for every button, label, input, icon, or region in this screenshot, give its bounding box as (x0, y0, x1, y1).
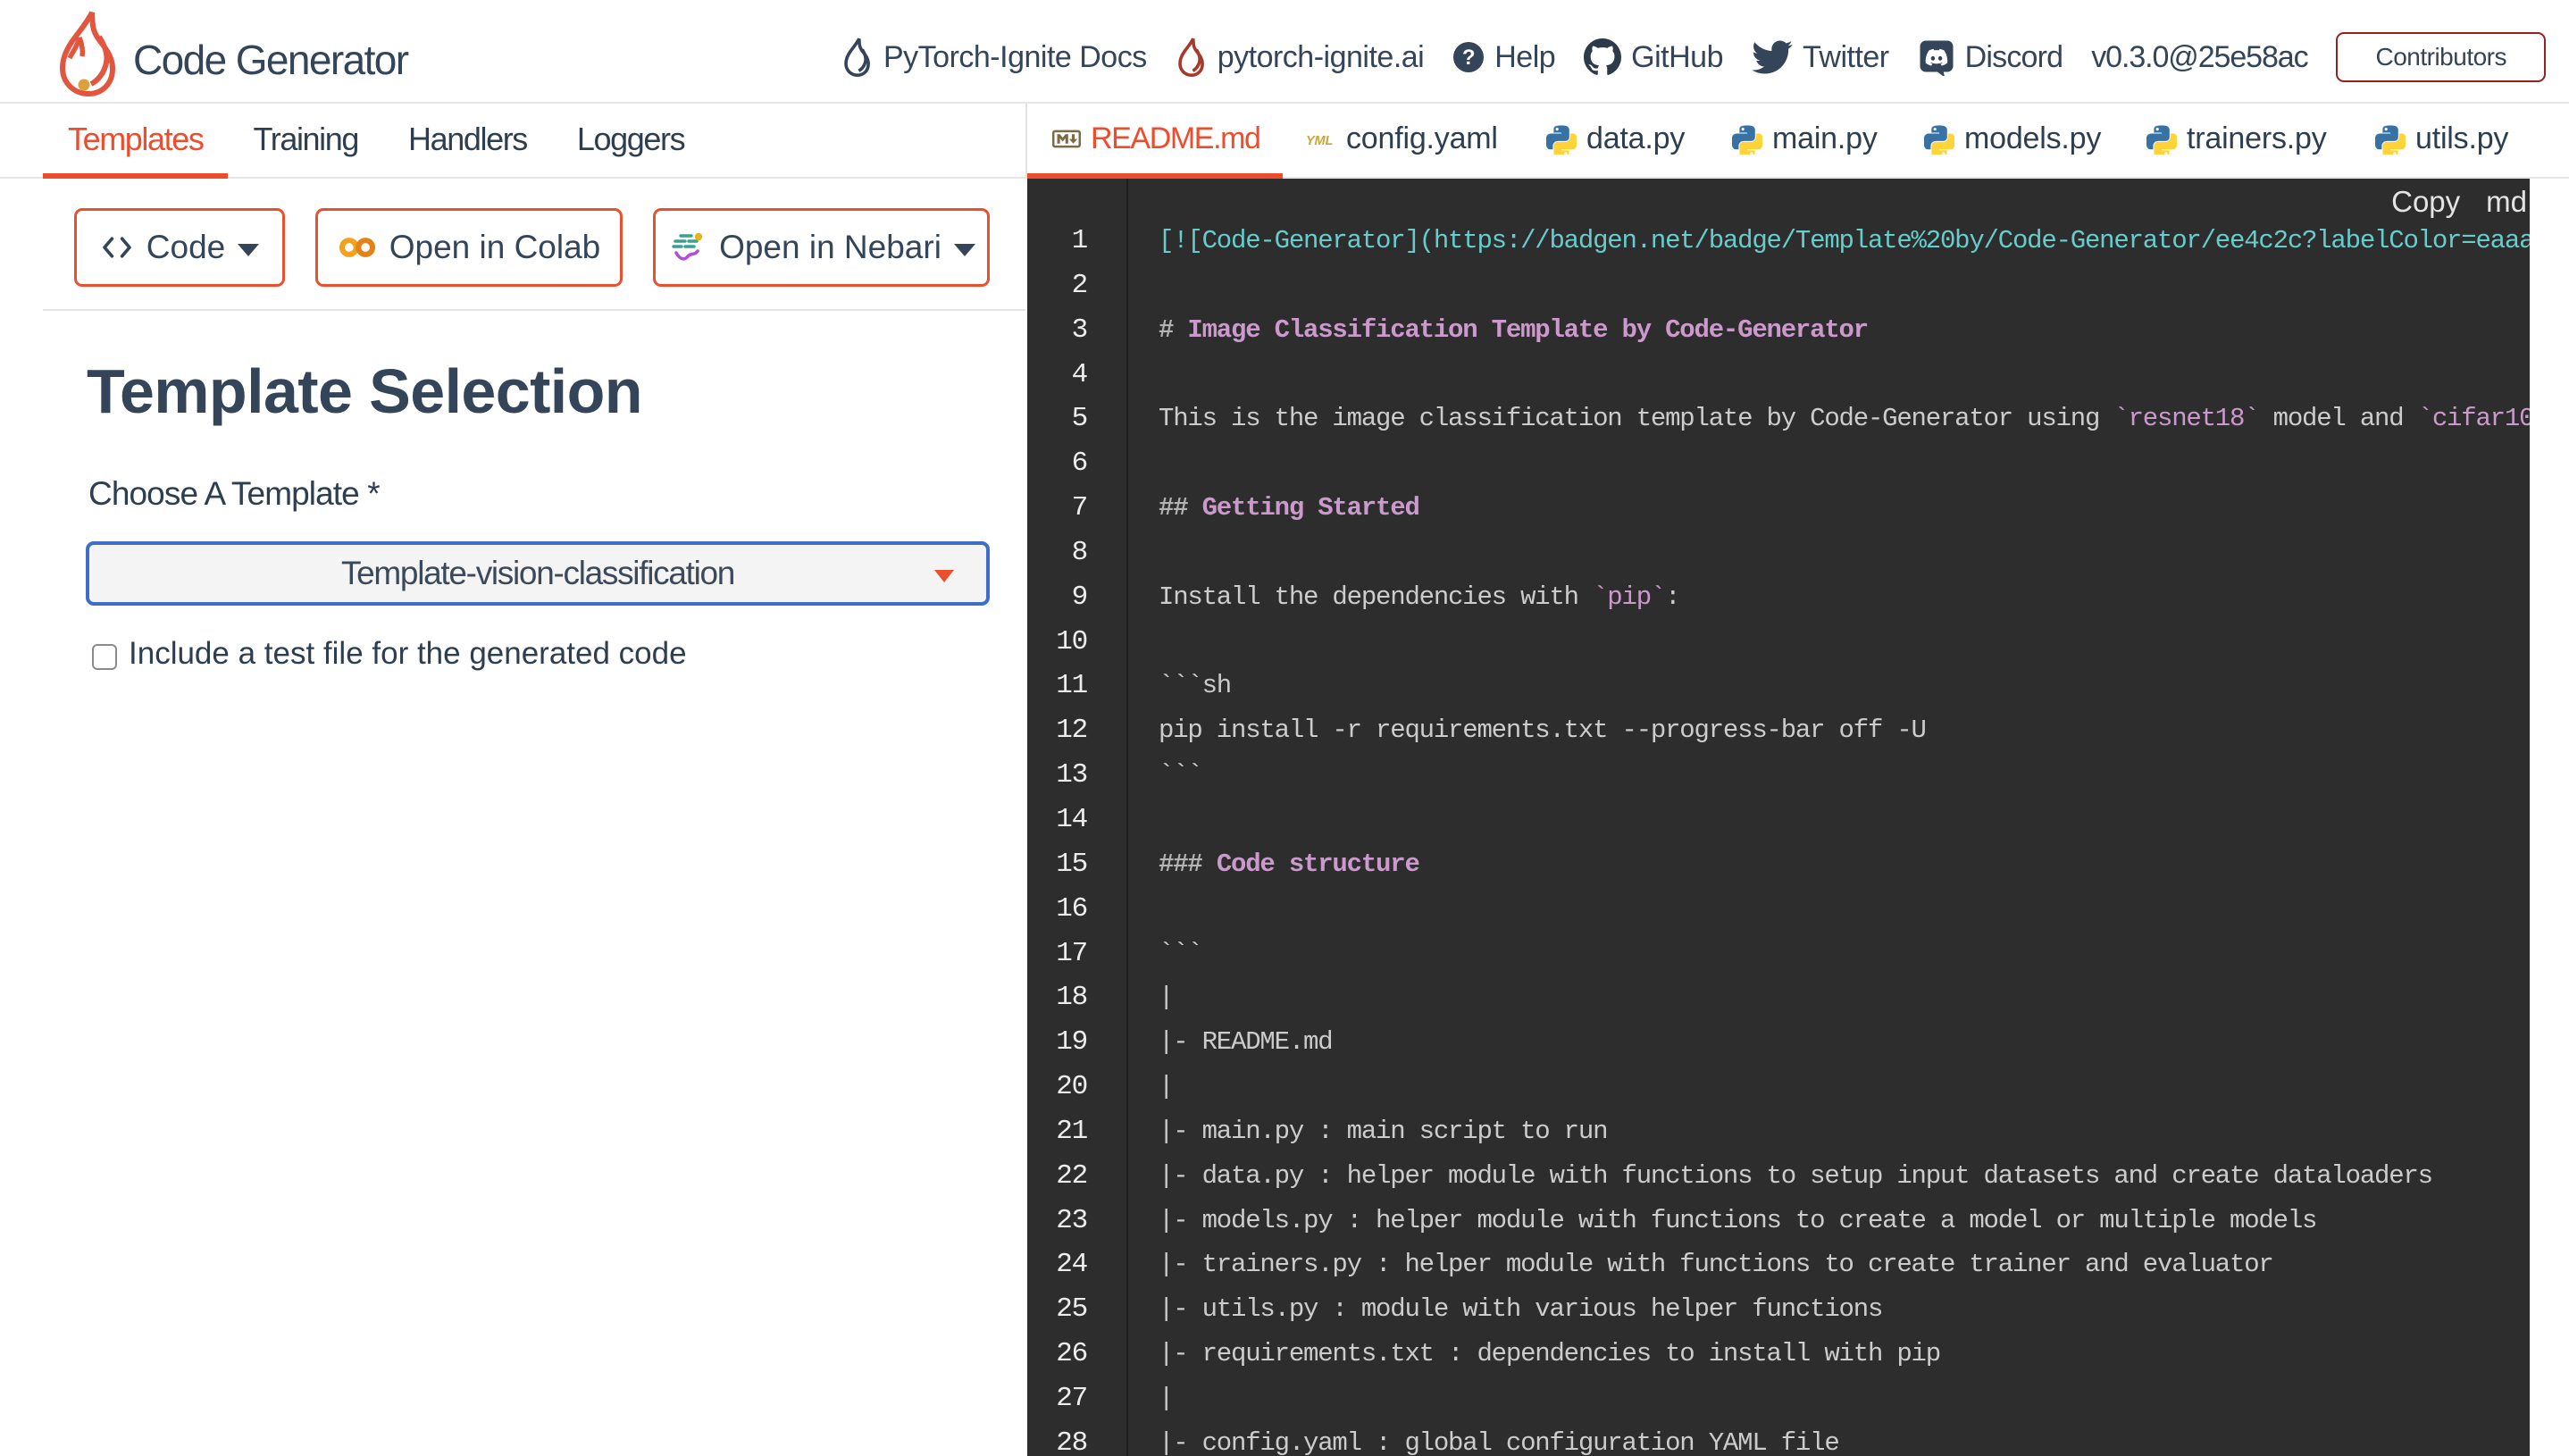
svg-text:YML: YML (1306, 133, 1333, 147)
svg-text:?: ? (1462, 46, 1475, 70)
